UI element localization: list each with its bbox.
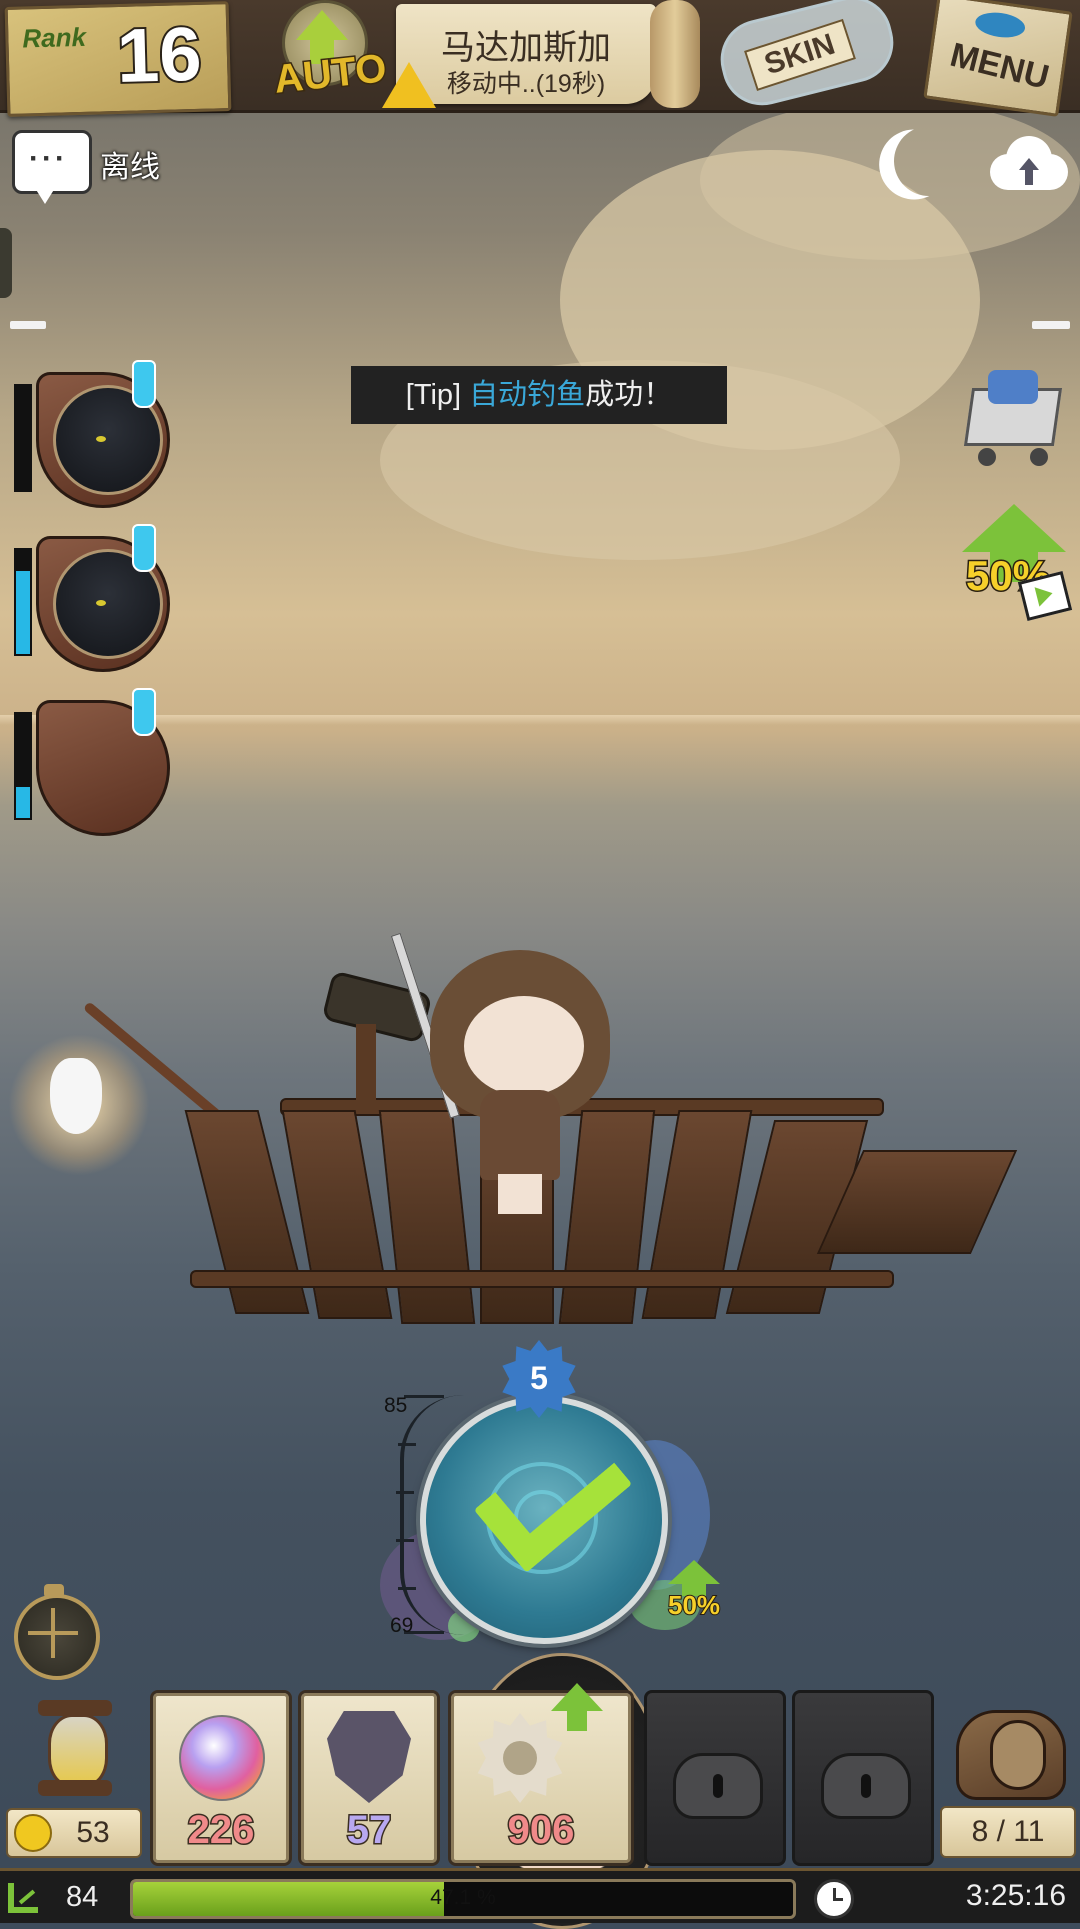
top-bar: Rank 16 AUTO 马达加斯加 移动中..(19秒) SKIN MENU [0, 0, 1080, 117]
chat-status: 离线 [100, 151, 160, 184]
crew-hp-bar [14, 712, 32, 820]
crew-portrait-cat-1[interactable] [14, 360, 170, 508]
lock-icon [673, 1753, 763, 1819]
shop-cart-button[interactable] [960, 366, 1064, 472]
menu-button[interactable]: MENU [923, 0, 1073, 117]
scroll-indicator-left [10, 321, 46, 329]
gold-counter: 53 [6, 1808, 142, 1858]
exp-label: 47.1 % [430, 1886, 496, 1909]
crew-hp-bar [14, 548, 32, 656]
gauge-boost: 50% [664, 1560, 728, 1626]
upgrade-arrow-icon [551, 1683, 603, 1711]
auto-fish-button[interactable]: AUTO [252, 0, 392, 108]
lamp-icon[interactable] [50, 1058, 102, 1134]
alert-icon [132, 688, 156, 736]
inventory-slot-locked[interactable] [792, 1690, 934, 1866]
shield-icon [327, 1711, 411, 1803]
alert-icon [132, 360, 156, 408]
gauge-boost-label: 50% [667, 1589, 721, 1621]
crew-hp-bar [14, 384, 32, 492]
play-time: 3:25:16 [965, 1879, 1066, 1912]
hourglass-icon [48, 1714, 108, 1788]
video-boost-button[interactable]: 50% [960, 504, 1073, 624]
tip-prefix: [Tip] [405, 379, 470, 411]
bag-capacity: 8 / 11 [940, 1806, 1076, 1858]
compass-button[interactable] [14, 1584, 100, 1680]
menu-label: MENU [946, 35, 1053, 97]
slot-count: 226 [186, 1807, 256, 1854]
gauge-max-value: 85 [384, 1394, 408, 1417]
edge-object [0, 228, 12, 298]
rank-value: 16 [114, 10, 205, 101]
inventory-slot-shield[interactable]: 57 [298, 1690, 440, 1866]
skin-button[interactable]: SKIN [712, 0, 916, 114]
hourglass-button[interactable] [14, 1700, 134, 1810]
clock-icon [814, 1879, 854, 1919]
gold-value: 53 [76, 1816, 110, 1849]
lock-icon [821, 1753, 911, 1819]
shark-warning-icon [382, 62, 436, 108]
crew-portrait-cat-2[interactable] [14, 524, 170, 672]
slot-count: 906 [506, 1807, 576, 1854]
alert-icon [132, 524, 156, 572]
map-scroll-icon[interactable] [650, 0, 700, 108]
up-arrow-icon [668, 1560, 720, 1584]
level-icon [8, 1883, 38, 1913]
cast-confirm-button[interactable] [420, 1396, 668, 1644]
orb-icon [179, 1715, 265, 1801]
bag-button[interactable] [950, 1700, 1070, 1800]
level-badge-value: 5 [530, 1360, 548, 1396]
inventory-slot-shell[interactable]: 906 [448, 1683, 634, 1866]
inventory-slot-locked[interactable] [644, 1690, 786, 1866]
coin-icon [14, 1814, 52, 1852]
scroll-indicator-right [1032, 321, 1070, 329]
up-arrow-icon [962, 504, 1066, 552]
status-bar: 84 47.1 % 3:25:16 [0, 1868, 1080, 1923]
player-character [420, 950, 620, 1220]
cloud-upload-icon[interactable] [990, 132, 1068, 192]
slot-count: 57 [345, 1807, 393, 1854]
player-level: 84 [66, 1881, 99, 1913]
crew-portrait-girl[interactable] [14, 688, 665, 1929]
fish-icon [973, 9, 1027, 41]
tip-suffix: 成功！ [585, 379, 673, 411]
rank-label: Rank [22, 21, 87, 54]
gauge-min-value: 69 [390, 1614, 414, 1637]
chat-button[interactable]: ··· [12, 130, 92, 204]
rank-panel[interactable]: Rank 16 [4, 1, 232, 117]
exp-bar: 47.1 % [130, 1879, 796, 1919]
tip-highlight: 自动钓鱼 [469, 379, 586, 411]
tip-banner: [Tip] 自动钓鱼成功！ [351, 366, 727, 424]
inventory-slot-orb[interactable]: 226 [150, 1690, 292, 1866]
up-arrow-icon [296, 10, 348, 40]
chat-bubble-icon: ··· [29, 142, 68, 175]
compass-icon [14, 1594, 100, 1680]
